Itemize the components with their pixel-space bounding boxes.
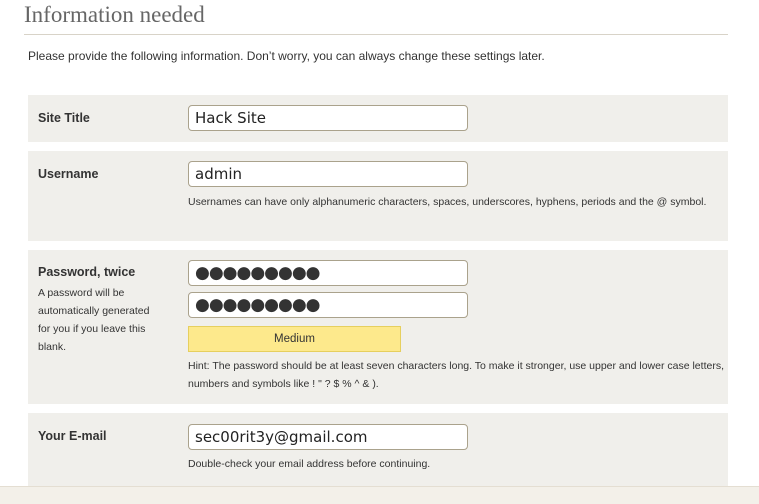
password-masked-value: ●●●●●●●●●	[195, 263, 321, 283]
username-label: Username	[38, 167, 99, 181]
password-input[interactable]: ●●●●●●●●●	[188, 260, 468, 286]
username-input[interactable]: admin	[188, 161, 468, 187]
password-label: Password, twice	[38, 265, 136, 279]
email-label: Your E-mail	[38, 429, 107, 443]
username-help-text: Usernames can have only alphanumeric cha…	[188, 196, 707, 208]
username-row: Username admin Usernames can have only a…	[28, 151, 728, 241]
email-row: Your E-mail sec00rit3y@gmail.com Double-…	[28, 413, 728, 486]
password-confirm-masked-value: ●●●●●●●●●	[195, 295, 321, 315]
password-hint-text: Hint: The password should be at least se…	[188, 360, 724, 390]
page-title: Information needed	[24, 2, 205, 27]
email-input[interactable]: sec00rit3y@gmail.com	[188, 424, 468, 450]
site-title-row: Site Title Hack Site	[28, 95, 728, 142]
password-row: Password, twice A password will be autom…	[28, 250, 728, 404]
password-description: A password will be automatically generat…	[38, 287, 150, 353]
password-strength-indicator: Medium	[188, 326, 401, 352]
title-divider	[24, 34, 728, 35]
intro-text: Please provide the following information…	[28, 49, 545, 63]
site-title-input[interactable]: Hack Site	[188, 105, 468, 131]
site-title-label: Site Title	[38, 111, 90, 125]
password-confirm-input[interactable]: ●●●●●●●●●	[188, 292, 468, 318]
email-help-text: Double-check your email address before c…	[188, 458, 431, 470]
footer-bar	[0, 486, 759, 504]
